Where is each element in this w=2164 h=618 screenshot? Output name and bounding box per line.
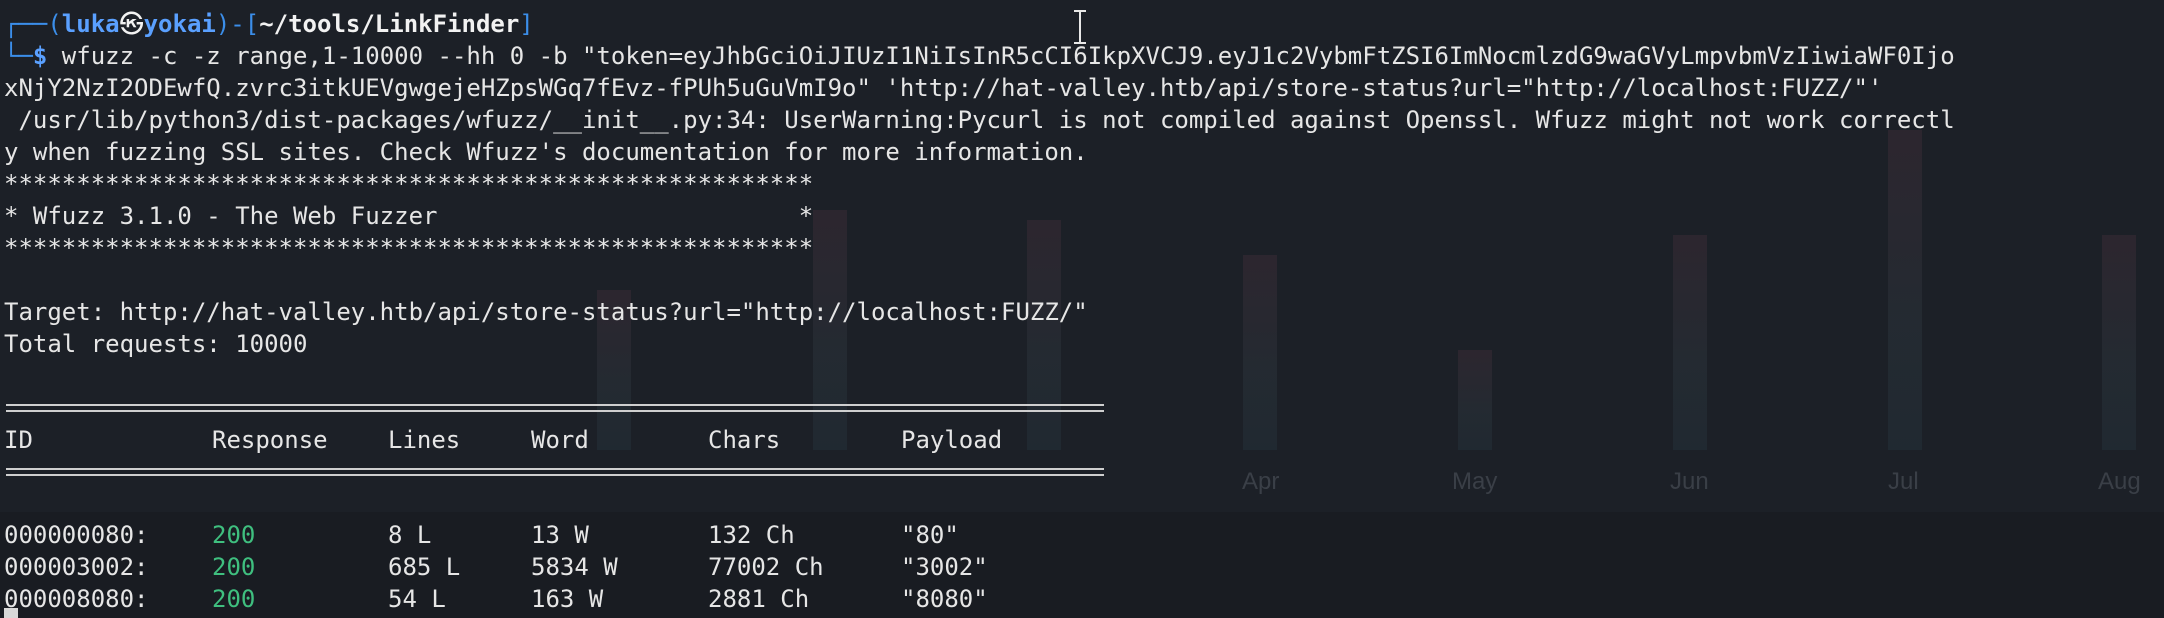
header-chars: Chars [708, 426, 781, 454]
prompt-frame-bottom: └─ [4, 42, 33, 70]
prompt-dollar: $ [32, 42, 48, 70]
prompt-frame-end: ] [519, 10, 534, 38]
ghost-month-label: Aug [2098, 468, 2141, 495]
row-word: 163 W [531, 585, 604, 613]
ghost-month-label: Jun [1670, 468, 1709, 495]
row-payload: "3002" [901, 553, 988, 581]
ghost-month-label: Apr [1242, 468, 1280, 495]
prompt-path: ~/tools/LinkFinder [259, 10, 520, 38]
background-ghost-toolbar [0, 512, 2164, 618]
row-id: 000000080: [4, 521, 149, 549]
header-response: Response [212, 426, 328, 454]
row-response: 200 [212, 521, 256, 549]
mouse-ibeam-cursor-icon [1073, 10, 1087, 44]
row-id: 000003002: [4, 553, 149, 581]
terminal-caret [4, 608, 18, 618]
prompt-frame-mid: )-[ [215, 10, 260, 38]
prompt-frame-top: ┌──( [4, 10, 62, 38]
terminal-window[interactable]: Apr May Jun Jul Aug ┌──(luka㉿yokai)-[~/t… [0, 0, 2164, 618]
table-rule-mid-2 [6, 474, 1104, 476]
total-requests-line: Total requests: 10000 [4, 330, 308, 358]
header-word: Word [531, 426, 589, 454]
command-line-2: xNjY2NzI2ODEwfQ.zvrc3itkUEVgwgejeHZpsWGq… [4, 74, 1883, 102]
row-lines: 685 L [388, 553, 461, 581]
row-chars: 77002 Ch [708, 553, 824, 581]
header-lines: Lines [388, 426, 461, 454]
row-word: 13 W [531, 521, 589, 549]
row-response: 200 [212, 585, 256, 613]
table-rule-top-1 [6, 404, 1104, 406]
ghost-month-label: May [1452, 468, 1498, 495]
row-word: 5834 W [531, 553, 618, 581]
row-payload: "80" [901, 521, 959, 549]
table-rule-top-2 [6, 410, 1104, 412]
command-line-1[interactable]: └─$ wfuzz -c -z range,1-10000 --hh 0 -b … [4, 40, 1955, 72]
row-chars: 132 Ch [708, 521, 795, 549]
header-payload: Payload [901, 426, 1003, 454]
banner-title: * Wfuzz 3.1.0 - The Web Fuzzer * [4, 202, 814, 230]
ghost-month-label: Jul [1888, 468, 1919, 495]
warning-line-1: /usr/lib/python3/dist-packages/wfuzz/__i… [4, 106, 1955, 134]
target-line: Target: http://hat-valley.htb/api/store-… [4, 298, 1088, 326]
prompt-line: ┌──(luka㉿yokai)-[~/tools/LinkFinder] [4, 8, 534, 40]
row-chars: 2881 Ch [708, 585, 810, 613]
header-id: ID [4, 426, 33, 454]
prompt-user: luka [61, 10, 120, 38]
table-rule-mid-1 [6, 468, 1104, 470]
banner-stars-bottom: ****************************************… [4, 234, 814, 262]
row-payload: "8080" [901, 585, 988, 613]
row-lines: 8 L [388, 521, 432, 549]
banner-stars-top: ****************************************… [4, 170, 814, 198]
row-lines: 54 L [388, 585, 446, 613]
command-text-1: wfuzz -c -z range,1-10000 --hh 0 -b "tok… [47, 42, 1955, 70]
row-response: 200 [212, 553, 256, 581]
prompt-host: yokai [143, 10, 216, 38]
prompt-at-symbol: ㉿ [119, 10, 144, 38]
warning-line-2: y when fuzzing SSL sites. Check Wfuzz's … [4, 138, 1088, 166]
row-id: 000008080: [4, 585, 149, 613]
